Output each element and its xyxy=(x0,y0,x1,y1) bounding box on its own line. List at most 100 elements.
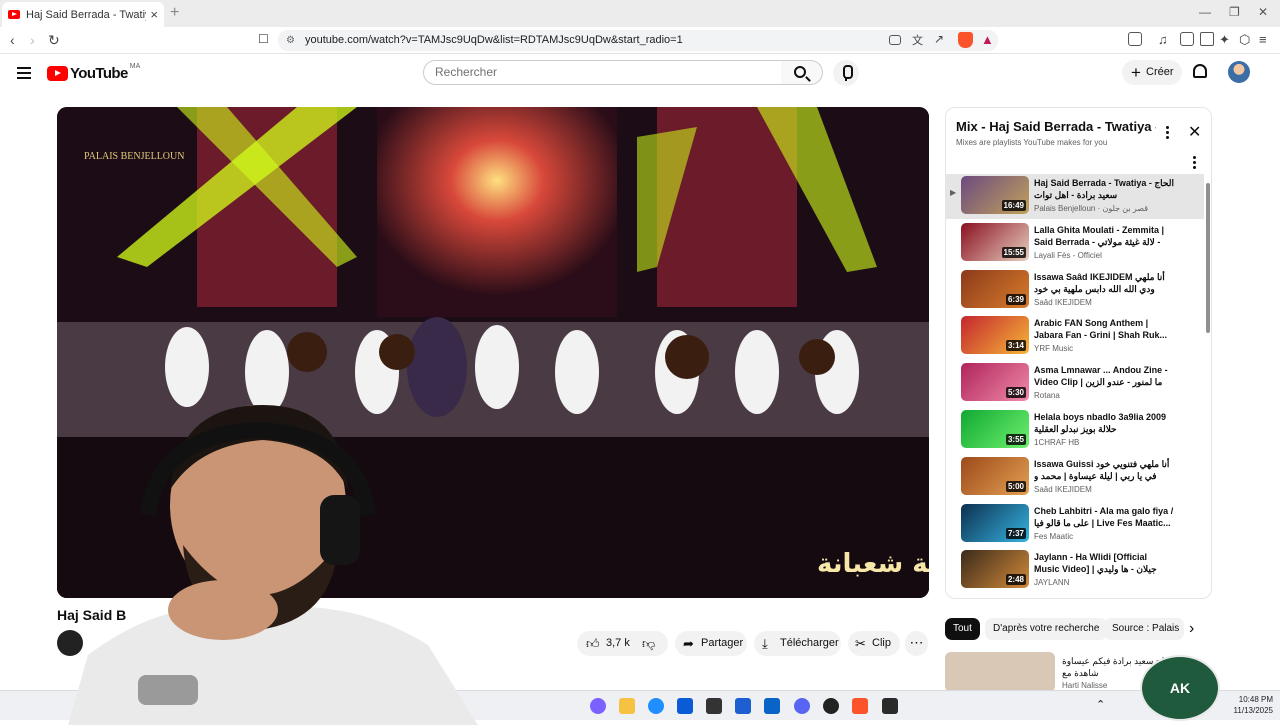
edge-icon[interactable] xyxy=(648,698,664,714)
playlist-item[interactable]: 7:37 Cheb Lahbitri - Ala ma galo fiya / ع… xyxy=(946,502,1204,547)
playlist-options-icon[interactable] xyxy=(1193,156,1196,171)
playlist-item-duration: 16:49 xyxy=(1001,200,1026,211)
playlist-item-title[interactable]: Helala boys nbadlo 3a9lia 2009 حلالة بوي… xyxy=(1034,411,1174,435)
tray-chevron-icon[interactable]: ⌃ xyxy=(1096,698,1105,711)
download-button[interactable]: ⤓ Télécharger xyxy=(754,631,841,656)
share-page-icon[interactable]: ↗ xyxy=(934,32,944,46)
playlist-menu-icon[interactable] xyxy=(1166,126,1169,141)
media-icon[interactable]: ♫ xyxy=(1158,32,1168,47)
vpn-shield-icon[interactable]: ⬡ xyxy=(1239,32,1250,48)
search-input[interactable]: Rechercher xyxy=(423,60,782,85)
playlist-title: Mix - Haj Said Berrada - Twatiya - الحاج… xyxy=(956,119,1156,134)
chip-all[interactable]: Tout xyxy=(945,618,980,640)
reload-icon[interactable]: ↻ xyxy=(48,32,60,49)
back-icon[interactable]: ‹ xyxy=(10,32,15,48)
chip-based-on-search[interactable]: D'après votre recherche xyxy=(985,618,1108,640)
forward-icon[interactable]: › xyxy=(30,32,35,48)
playlist-item-thumbnail[interactable]: 5:00 xyxy=(961,456,1029,495)
streamer-logo: AK xyxy=(1140,655,1220,721)
playlist-item[interactable]: 5:30 Asma Lmnawar ... Andou Zine - Video … xyxy=(946,361,1204,406)
playlist-item-title[interactable]: Arabic FAN Song Anthem | Jabara Fan - Gr… xyxy=(1034,317,1174,341)
outlook-icon[interactable] xyxy=(764,698,780,714)
leo-ai-icon[interactable]: ✦ xyxy=(1219,32,1230,48)
user-avatar[interactable] xyxy=(1228,61,1250,83)
youtube-favicon-icon xyxy=(8,10,20,19)
playlist-item-duration: 7:37 xyxy=(1005,527,1026,539)
guide-menu-icon[interactable] xyxy=(17,67,31,82)
playlist-item-thumbnail[interactable]: 7:37 xyxy=(961,503,1029,542)
playlist-item-channel: Saâd IKEJIDEM xyxy=(1034,297,1092,307)
browser-toolbar: ‹ › ↻ ☐ ⚙ youtube.com/watch?v=TAMJsc9UqD… xyxy=(0,27,1280,54)
close-window-button[interactable]: ✕ xyxy=(1258,5,1268,19)
menu-icon[interactable]: ≡ xyxy=(1259,32,1267,47)
browser-tab-bar: Haj Said Berrada - Twatiya - ... × + — ❐… xyxy=(0,0,1280,27)
wallet-icon[interactable] xyxy=(1200,32,1214,46)
url-text: youtube.com/watch?v=TAMJsc9UqDw&list=RDT… xyxy=(305,34,683,46)
playlist-item[interactable]: 3:14 Arabic FAN Song Anthem | Jabara Fan … xyxy=(946,314,1204,359)
brave-rewards-icon[interactable]: ▲ xyxy=(981,32,994,47)
restore-button[interactable]: ❐ xyxy=(1229,5,1240,19)
search-button[interactable] xyxy=(781,60,823,85)
playlist-item-thumbnail[interactable]: 3:14 xyxy=(961,316,1029,355)
playlist-item[interactable]: 2:48 Jaylann - Ha Wlidi [Official Music V… xyxy=(946,548,1204,593)
file-explorer-icon[interactable] xyxy=(619,698,635,714)
new-tab-button[interactable]: + xyxy=(170,4,179,22)
playlist-item-thumbnail[interactable]: 2:48 xyxy=(961,550,1029,589)
browser-tab[interactable]: Haj Said Berrada - Twatiya - ... × xyxy=(2,2,164,27)
site-info-icon[interactable]: ⚙ xyxy=(286,30,295,51)
copilot-icon[interactable] xyxy=(590,698,606,714)
youtube-logo-text: YouTube xyxy=(70,65,128,82)
create-button[interactable]: + Créer xyxy=(1122,60,1182,85)
chip-source[interactable]: Source : Palais xyxy=(1104,618,1184,640)
playlist-item-title[interactable]: Lalla Ghita Moulati - Zemmita | Said Ber… xyxy=(1034,224,1174,248)
playlist-item-duration: 2:48 xyxy=(1005,574,1026,586)
playlist-item-title[interactable]: Asma Lmnawar ... Andou Zine - Video Clip… xyxy=(1034,364,1174,388)
obs-icon[interactable] xyxy=(823,698,839,714)
mix-playlist-panel: Mix - Haj Said Berrada - Twatiya - الحاج… xyxy=(945,107,1212,599)
close-playlist-icon[interactable]: ✕ xyxy=(1188,122,1201,142)
playlist-item-title[interactable]: Issawa Guissi أنا ملهي فتنويي خود في يا … xyxy=(1034,458,1174,482)
voice-search-icon[interactable] xyxy=(833,60,859,86)
playlist-item-title[interactable]: Issawa Saâd IKEJIDEM أنا ملهي ودي الله ا… xyxy=(1034,271,1174,295)
close-tab-icon[interactable]: × xyxy=(150,7,158,22)
playlist-item-title[interactable]: Cheb Lahbitri - Ala ma galo fiya / على م… xyxy=(1034,505,1174,529)
playlist-item[interactable]: 6:39 Issawa Saâd IKEJIDEM أنا ملهي ودي ال… xyxy=(946,268,1204,313)
playlist-item[interactable]: 15:55 Lalla Ghita Moulati - Zemmita | Sai… xyxy=(946,221,1204,266)
terminal-icon[interactable] xyxy=(882,698,898,714)
minimize-button[interactable]: — xyxy=(1199,5,1211,19)
share-button[interactable]: ➦ Partager xyxy=(675,631,747,656)
playlist-item-thumbnail[interactable]: 3:55 xyxy=(961,410,1029,448)
playlist-item-thumbnail[interactable]: 16:49 xyxy=(961,176,1029,214)
reading-list-icon[interactable] xyxy=(1180,32,1194,46)
playlist-item[interactable]: 5:00 Issawa Guissi أنا ملهي فتنويي خود في… xyxy=(946,455,1204,500)
playlist-scrollbar[interactable] xyxy=(1206,183,1210,333)
chips-next-icon[interactable]: › xyxy=(1189,620,1194,638)
playlist-item[interactable]: 3:55 Helala boys nbadlo 3a9lia 2009 حلالة… xyxy=(946,408,1204,453)
visual-studio-icon[interactable] xyxy=(735,698,751,714)
dislike-button[interactable]: 👎︎ xyxy=(636,631,668,656)
recommendation-thumbnail[interactable] xyxy=(945,652,1055,692)
recommendation-channel[interactable]: Harti Nalisse xyxy=(1062,681,1107,690)
playlist-item-thumbnail[interactable]: 5:30 xyxy=(961,363,1029,402)
playlist-item-channel: YRF Music xyxy=(1034,344,1074,354)
clip-button[interactable]: ✂ Clip xyxy=(848,631,900,656)
system-clock[interactable]: 10:48 PM 11/13/2025 xyxy=(1223,694,1273,716)
discord-icon[interactable] xyxy=(794,698,810,714)
playlist-item-title[interactable]: Haj Said Berrada - Twatiya - الحاج سعيد … xyxy=(1034,177,1174,201)
more-actions-button[interactable]: ⋯ xyxy=(905,631,928,656)
playlist-item-thumbnail[interactable]: 6:39 xyxy=(961,269,1029,308)
playlist-item[interactable]: ▶ 16:49 Haj Said Berrada - Twatiya - الحاج… xyxy=(946,174,1204,219)
playlist-item-title[interactable]: Jaylann - Ha Wlidi [Official Music Video… xyxy=(1034,551,1174,575)
notifications-bell-icon[interactable] xyxy=(1193,64,1207,78)
cast-icon[interactable] xyxy=(889,35,901,45)
playlist-item-thumbnail[interactable]: 15:55 xyxy=(961,222,1029,261)
store-icon[interactable] xyxy=(677,698,693,714)
bookmark-icon[interactable]: ☐ xyxy=(258,32,269,46)
youtube-logo[interactable]: YouTube MA xyxy=(47,63,140,82)
sidebar-icon[interactable] xyxy=(1128,32,1142,46)
app-icon[interactable] xyxy=(706,698,722,714)
brave-taskbar-icon[interactable] xyxy=(852,698,868,714)
thumbs-up-icon: 👍︎ xyxy=(586,636,600,651)
translate-icon[interactable]: 文 xyxy=(912,32,923,48)
brave-shields-icon[interactable] xyxy=(958,32,973,48)
